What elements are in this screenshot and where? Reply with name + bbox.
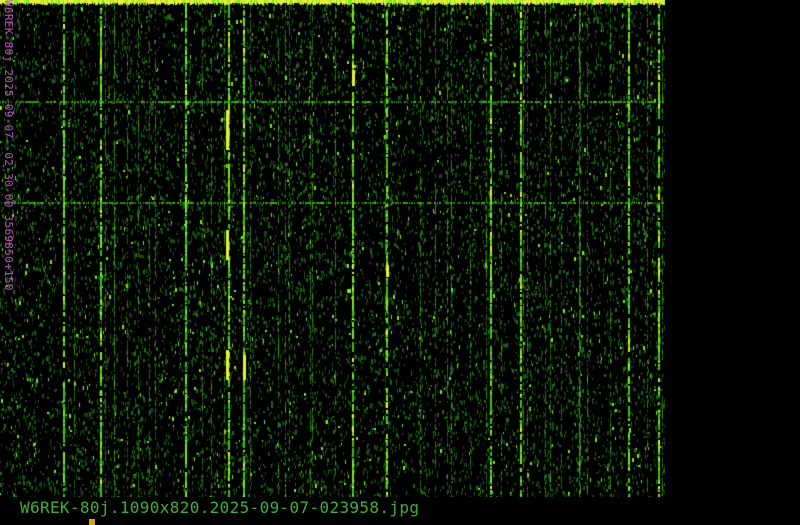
waterfall-spectrogram xyxy=(0,0,665,497)
side-timestamp-text: W6REK-80j 2025-09-07--02-30-00 3569850+1… xyxy=(2,0,15,291)
cursor-marker-icon xyxy=(89,519,95,525)
waterfall-canvas xyxy=(0,0,665,497)
image-viewer-screen: W6REK-80j 2025-09-07--02-30-00 3569850+1… xyxy=(0,0,800,525)
image-filename-label: W6REK-80j.1090x820.2025-09-07-023958.jpg xyxy=(20,498,420,517)
side-timestamp-label: W6REK-80j 2025-09-07--02-30-00 3569850+1… xyxy=(2,0,16,372)
